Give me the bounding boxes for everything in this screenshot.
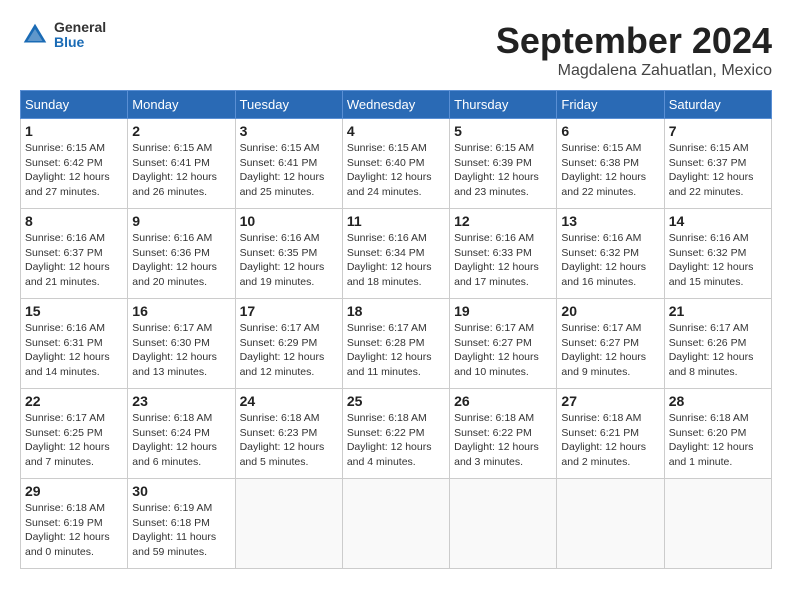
day-23: 23 Sunrise: 6:18 AMSunset: 6:24 PMDaylig…	[128, 389, 235, 479]
day-24: 24 Sunrise: 6:18 AMSunset: 6:23 PMDaylig…	[235, 389, 342, 479]
day-1: 1 Sunrise: 6:15 AMSunset: 6:42 PMDayligh…	[21, 119, 128, 209]
logo: General Blue	[20, 20, 106, 51]
col-thursday: Thursday	[450, 91, 557, 119]
day-10: 10 Sunrise: 6:16 AMSunset: 6:35 PMDaylig…	[235, 209, 342, 299]
day-14: 14 Sunrise: 6:16 AMSunset: 6:32 PMDaylig…	[664, 209, 771, 299]
day-6: 6 Sunrise: 6:15 AMSunset: 6:38 PMDayligh…	[557, 119, 664, 209]
empty-tue	[235, 479, 342, 569]
month-title: September 2024	[496, 20, 772, 62]
empty-fri	[557, 479, 664, 569]
col-friday: Friday	[557, 91, 664, 119]
day-21: 21 Sunrise: 6:17 AMSunset: 6:26 PMDaylig…	[664, 299, 771, 389]
col-sunday: Sunday	[21, 91, 128, 119]
empty-sat	[664, 479, 771, 569]
empty-wed	[342, 479, 449, 569]
day-5: 5 Sunrise: 6:15 AMSunset: 6:39 PMDayligh…	[450, 119, 557, 209]
day-12: 12 Sunrise: 6:16 AMSunset: 6:33 PMDaylig…	[450, 209, 557, 299]
week-4: 22 Sunrise: 6:17 AMSunset: 6:25 PMDaylig…	[21, 389, 772, 479]
day-25: 25 Sunrise: 6:18 AMSunset: 6:22 PMDaylig…	[342, 389, 449, 479]
day-9: 9 Sunrise: 6:16 AMSunset: 6:36 PMDayligh…	[128, 209, 235, 299]
day-2: 2 Sunrise: 6:15 AMSunset: 6:41 PMDayligh…	[128, 119, 235, 209]
week-5: 29 Sunrise: 6:18 AMSunset: 6:19 PMDaylig…	[21, 479, 772, 569]
header: General Blue September 2024 Magdalena Za…	[20, 20, 772, 80]
calendar: Sunday Monday Tuesday Wednesday Thursday…	[20, 90, 772, 569]
day-30: 30 Sunrise: 6:19 AMSunset: 6:18 PMDaylig…	[128, 479, 235, 569]
col-saturday: Saturday	[664, 91, 771, 119]
day-8: 8 Sunrise: 6:16 AMSunset: 6:37 PMDayligh…	[21, 209, 128, 299]
day-17: 17 Sunrise: 6:17 AMSunset: 6:29 PMDaylig…	[235, 299, 342, 389]
calendar-header-row: Sunday Monday Tuesday Wednesday Thursday…	[21, 91, 772, 119]
location: Magdalena Zahuatlan, Mexico	[496, 62, 772, 80]
col-monday: Monday	[128, 91, 235, 119]
day-22: 22 Sunrise: 6:17 AMSunset: 6:25 PMDaylig…	[21, 389, 128, 479]
week-2: 8 Sunrise: 6:16 AMSunset: 6:37 PMDayligh…	[21, 209, 772, 299]
day-11: 11 Sunrise: 6:16 AMSunset: 6:34 PMDaylig…	[342, 209, 449, 299]
day-27: 27 Sunrise: 6:18 AMSunset: 6:21 PMDaylig…	[557, 389, 664, 479]
logo-icon	[20, 20, 50, 50]
logo-text: General Blue	[54, 20, 106, 51]
day-19: 19 Sunrise: 6:17 AMSunset: 6:27 PMDaylig…	[450, 299, 557, 389]
col-tuesday: Tuesday	[235, 91, 342, 119]
week-1: 1 Sunrise: 6:15 AMSunset: 6:42 PMDayligh…	[21, 119, 772, 209]
week-3: 15 Sunrise: 6:16 AMSunset: 6:31 PMDaylig…	[21, 299, 772, 389]
logo-blue: Blue	[54, 35, 106, 50]
title-area: September 2024 Magdalena Zahuatlan, Mexi…	[496, 20, 772, 80]
empty-thu	[450, 479, 557, 569]
day-7: 7 Sunrise: 6:15 AMSunset: 6:37 PMDayligh…	[664, 119, 771, 209]
day-4: 4 Sunrise: 6:15 AMSunset: 6:40 PMDayligh…	[342, 119, 449, 209]
day-26: 26 Sunrise: 6:18 AMSunset: 6:22 PMDaylig…	[450, 389, 557, 479]
day-18: 18 Sunrise: 6:17 AMSunset: 6:28 PMDaylig…	[342, 299, 449, 389]
col-wednesday: Wednesday	[342, 91, 449, 119]
day-28: 28 Sunrise: 6:18 AMSunset: 6:20 PMDaylig…	[664, 389, 771, 479]
day-15: 15 Sunrise: 6:16 AMSunset: 6:31 PMDaylig…	[21, 299, 128, 389]
day-13: 13 Sunrise: 6:16 AMSunset: 6:32 PMDaylig…	[557, 209, 664, 299]
logo-general: General	[54, 20, 106, 35]
day-16: 16 Sunrise: 6:17 AMSunset: 6:30 PMDaylig…	[128, 299, 235, 389]
day-29: 29 Sunrise: 6:18 AMSunset: 6:19 PMDaylig…	[21, 479, 128, 569]
day-3: 3 Sunrise: 6:15 AMSunset: 6:41 PMDayligh…	[235, 119, 342, 209]
day-20: 20 Sunrise: 6:17 AMSunset: 6:27 PMDaylig…	[557, 299, 664, 389]
